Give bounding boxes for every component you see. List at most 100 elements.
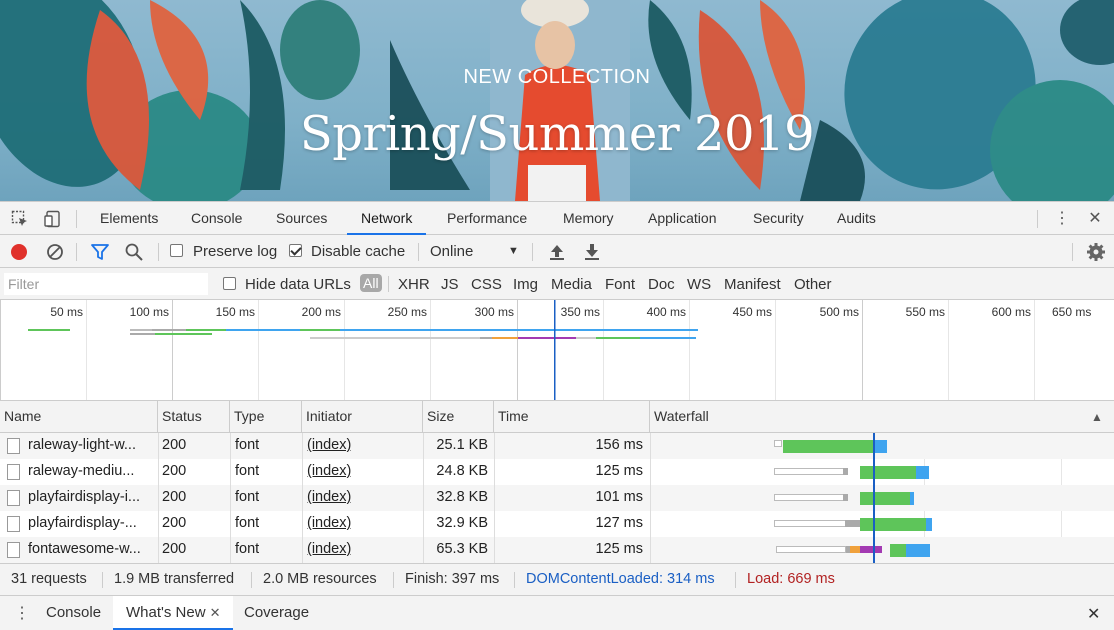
devtools-tab-bar: Elements Console Sources Network Perform… [0, 201, 1114, 235]
summary-divider [251, 572, 252, 588]
waterfall-bar[interactable] [650, 537, 1114, 563]
request-size: 32.8 KB [436, 489, 488, 505]
tab-elements[interactable]: Elements [86, 202, 172, 235]
hide-data-urls-checkbox[interactable] [223, 277, 236, 290]
throttling-select[interactable]: Online [430, 243, 473, 260]
tab-console[interactable]: Console [177, 202, 256, 235]
column-divider [494, 459, 495, 485]
column-time[interactable]: Time [494, 401, 650, 433]
hide-data-urls-label[interactable]: Hide data URLs [245, 276, 351, 293]
file-icon [7, 464, 20, 480]
drawer-menu-icon[interactable]: ⋮ [14, 603, 30, 623]
request-name[interactable]: raleway-light-w... [28, 433, 154, 459]
tropical-leaves-image [0, 0, 1114, 201]
filter-type-js[interactable]: JS [441, 276, 459, 293]
column-name[interactable]: Name [0, 401, 158, 433]
table-row[interactable]: fontawesome-w... 200 font (index) 65.3 K… [0, 537, 1114, 563]
close-devtools-icon[interactable]: ✕ [1086, 210, 1104, 228]
dom-content-loaded-line [554, 300, 556, 400]
inspect-element-icon[interactable] [11, 210, 29, 228]
filter-type-manifest[interactable]: Manifest [724, 276, 781, 293]
device-toolbar-icon[interactable] [44, 210, 62, 228]
tab-network[interactable]: Network [347, 202, 427, 235]
tab-performance[interactable]: Performance [433, 202, 541, 235]
dom-content-loaded-time: DOMContentLoaded: 314 ms [526, 571, 715, 587]
request-type: font [235, 541, 260, 557]
request-initiator-link[interactable]: (index) [307, 433, 351, 459]
tab-memory[interactable]: Memory [549, 202, 628, 235]
network-overview[interactable]: 50 ms 100 ms 150 ms 200 ms 250 ms 300 ms… [0, 300, 1114, 401]
column-divider [423, 459, 424, 485]
column-waterfall[interactable]: Waterfall [650, 401, 1114, 433]
request-name[interactable]: playfairdisplay-... [28, 511, 154, 537]
close-tab-icon[interactable]: ✕ [210, 605, 221, 620]
request-initiator-link[interactable]: (index) [307, 537, 351, 563]
close-drawer-icon[interactable]: ✕ [1087, 604, 1100, 624]
tab-application[interactable]: Application [634, 202, 731, 235]
table-row[interactable]: raleway-mediu... 200 font (index) 24.8 K… [0, 459, 1114, 485]
more-options-icon[interactable]: ⋮ [1054, 210, 1070, 228]
request-name[interactable]: fontawesome-w... [28, 537, 154, 563]
request-type: font [235, 489, 260, 505]
filter-type-xhr[interactable]: XHR [398, 276, 430, 293]
waterfall-bar[interactable] [650, 459, 1114, 485]
request-name[interactable]: playfairdisplay-i... [28, 485, 154, 511]
request-time: 127 ms [595, 515, 643, 531]
sort-ascending-icon[interactable]: ▲ [1091, 410, 1103, 424]
filter-type-css[interactable]: CSS [471, 276, 502, 293]
import-har-icon[interactable] [547, 242, 567, 262]
column-size[interactable]: Size [423, 401, 494, 433]
clear-icon[interactable] [45, 242, 65, 262]
requests-table-header: Name Status Type Initiator Size Time Wat… [0, 401, 1114, 433]
toolbar-divider [532, 243, 533, 261]
request-time: 125 ms [595, 463, 643, 479]
filter-type-img[interactable]: Img [513, 276, 538, 293]
column-divider [230, 511, 231, 537]
request-time: 125 ms [595, 541, 643, 557]
disable-cache-label[interactable]: Disable cache [311, 243, 405, 260]
column-type[interactable]: Type [230, 401, 302, 433]
request-size: 25.1 KB [436, 437, 488, 453]
drawer-tab-coverage[interactable]: Coverage [231, 596, 322, 630]
drawer-tab-whats-new[interactable]: What's New ✕ [113, 596, 234, 630]
request-type: font [235, 463, 260, 479]
preserve-log-checkbox[interactable] [170, 244, 183, 257]
table-row[interactable]: playfairdisplay-... 200 font (index) 32.… [0, 511, 1114, 537]
request-type: font [235, 515, 260, 531]
filter-type-font[interactable]: Font [605, 276, 635, 293]
tab-sources[interactable]: Sources [262, 202, 341, 235]
column-status[interactable]: Status [158, 401, 230, 433]
record-icon[interactable] [9, 242, 29, 262]
chevron-down-icon[interactable]: ▼ [508, 245, 519, 257]
request-type: font [235, 437, 260, 453]
export-har-icon[interactable] [582, 242, 602, 262]
filter-type-media[interactable]: Media [551, 276, 592, 293]
filter-type-doc[interactable]: Doc [648, 276, 675, 293]
settings-gear-icon[interactable] [1086, 242, 1106, 262]
request-initiator-link[interactable]: (index) [307, 511, 351, 537]
disable-cache-checkbox[interactable] [289, 244, 302, 257]
filter-icon[interactable] [90, 242, 110, 262]
request-initiator-link[interactable]: (index) [307, 485, 351, 511]
search-icon[interactable] [124, 242, 144, 262]
waterfall-bar[interactable] [650, 433, 1114, 459]
request-time: 156 ms [595, 437, 643, 453]
drawer-tab-console[interactable]: Console [33, 596, 114, 630]
filter-type-other[interactable]: Other [794, 276, 832, 293]
waterfall-bar[interactable] [650, 511, 1114, 537]
request-status: 200 [162, 437, 187, 453]
filter-type-all[interactable]: All [360, 274, 382, 292]
hero-eyebrow: NEW COLLECTION [463, 66, 651, 88]
column-divider [494, 537, 495, 563]
tab-security[interactable]: Security [739, 202, 818, 235]
request-initiator-link[interactable]: (index) [307, 459, 351, 485]
filter-type-ws[interactable]: WS [687, 276, 711, 293]
request-name[interactable]: raleway-mediu... [28, 459, 154, 485]
table-row[interactable]: raleway-light-w... 200 font (index) 25.1… [0, 433, 1114, 459]
tab-audits[interactable]: Audits [823, 202, 890, 235]
table-row[interactable]: playfairdisplay-i... 200 font (index) 32… [0, 485, 1114, 511]
waterfall-bar[interactable] [650, 485, 1114, 511]
preserve-log-label[interactable]: Preserve log [193, 243, 277, 260]
filter-input[interactable]: Filter [4, 273, 208, 295]
column-initiator[interactable]: Initiator [302, 401, 423, 433]
